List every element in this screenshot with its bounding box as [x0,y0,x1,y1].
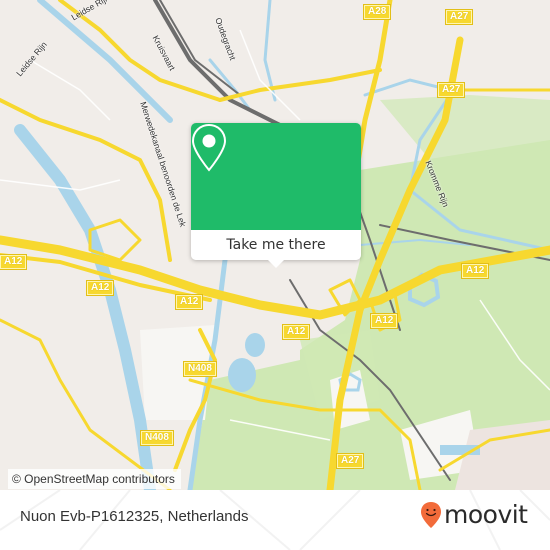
road-shield-a12: A12 [85,280,115,296]
road-shield-a27: A27 [335,453,365,469]
moovit-logo[interactable]: moovit [420,500,528,530]
road-shield-a12: A12 [281,324,311,340]
take-me-there-button[interactable]: Take me there [191,230,361,260]
road-shield-a12: A12 [369,313,399,329]
osm-attribution[interactable]: © OpenStreetMap contributors [8,469,181,489]
road-shield-n408: N408 [140,430,174,446]
road-shield-a27: A27 [444,9,474,25]
moovit-wordmark: moovit [444,500,528,529]
place-name: Nuon Evb-P1612325, Netherlands [20,508,249,525]
road-shield-a12: A12 [174,294,204,310]
take-me-there-popup[interactable]: Take me there [191,123,361,268]
road-shield-a28: A28 [362,4,392,20]
moovit-pin-smile-icon [421,502,441,528]
footer: Nuon Evb-P1612325, Netherlands moovit [0,490,550,550]
popup-pointer [268,260,284,268]
road-shield-a27: A27 [436,82,466,98]
popup-header[interactable] [191,123,361,230]
map-pin-icon [191,123,227,172]
road-shield-a12: A12 [0,254,28,270]
road-shield-n408: N408 [183,361,217,377]
map-view[interactable]: A28 A27 A27 A27 A12 A12 A12 A12 A12 A12 … [0,0,550,490]
road-shield-a12: A12 [460,263,490,279]
